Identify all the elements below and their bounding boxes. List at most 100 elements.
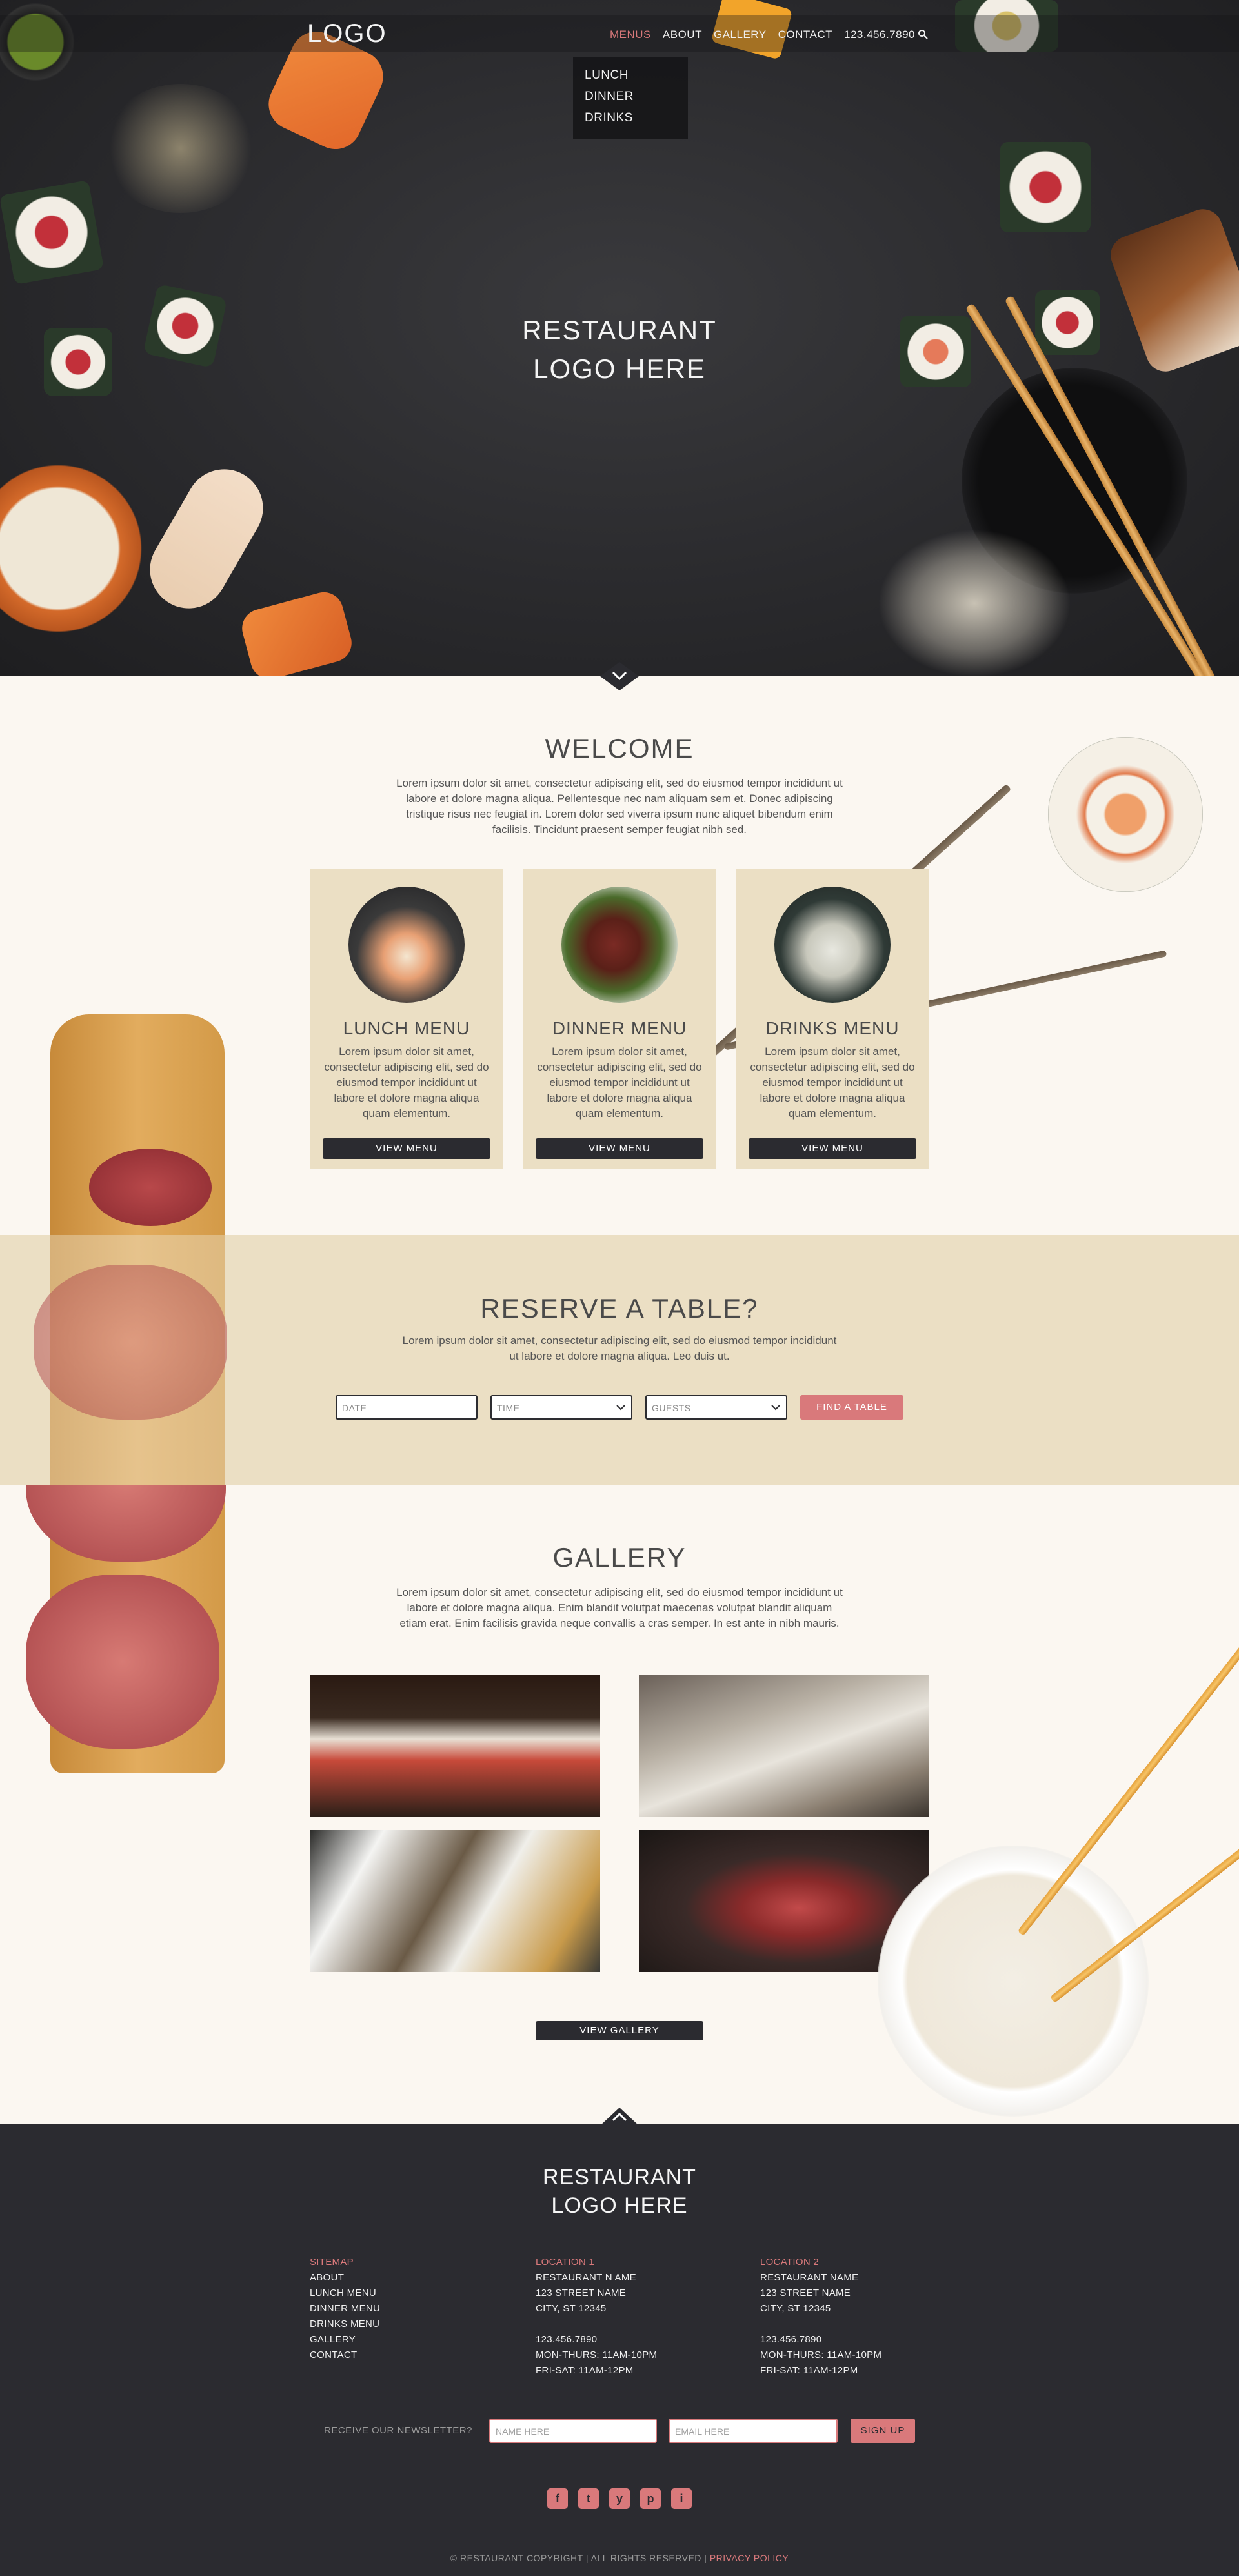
location1-phone[interactable]: 123.456.7890 [536,2332,657,2348]
location2-hours: MON-THURS: 11AM-10PM [760,2350,882,2360]
date-input[interactable]: DATE [336,1395,478,1420]
nav-contact[interactable]: CONTACT [778,28,832,41]
newsletter-name-input[interactable]: NAME HERE [489,2419,657,2443]
location2-heading: LOCATION 2 [760,2257,820,2268]
copyright-text: © RESTAURANT COPYRIGHT | ALL RIGHTS RESE… [450,2553,707,2563]
dropdown-item-lunch[interactable]: LUNCH [585,68,688,83]
sitemap-link-dinner[interactable]: DINNER MENU [310,2301,380,2317]
nav-phone[interactable]: 123.456.7890 [844,28,915,41]
sitemap-link-lunch[interactable]: LUNCH MENU [310,2286,380,2301]
chevron-down-icon [616,1405,625,1411]
hero-logo-text: RESTAURANT LOGO HERE [0,311,1239,388]
twitter-icon[interactable]: t [578,2488,599,2509]
location2-line: RESTAURANT NAME [760,2272,859,2283]
dropdown-item-drinks[interactable]: DRINKS [585,111,688,125]
scroll-down-icon[interactable] [600,662,639,690]
guests-select[interactable]: GUESTS [645,1395,787,1420]
welcome-text: Lorem ipsum dolor sit amet, consectetur … [396,777,843,836]
dropdown-item-dinner[interactable]: DINNER [585,90,688,104]
location1-line: 123 STREET NAME [536,2288,627,2299]
pinterest-icon[interactable]: p [640,2488,661,2509]
sitemap-link-about[interactable]: ABOUT [310,2270,380,2286]
rice-bowl-decoration [878,1846,1149,2117]
copyright: © RESTAURANT COPYRIGHT | ALL RIGHTS RESE… [0,2553,1239,2563]
nav-gallery[interactable]: GALLERY [714,28,767,41]
dinner-menu-card: DINNER MENU Lorem ipsum dolor sit amet, … [523,869,716,1169]
location2-line: CITY, ST 12345 [760,2303,831,2314]
food-decoration [1000,142,1091,232]
footer-logo-line1: RESTAURANT [543,2165,696,2189]
footer-location-2: LOCATION 2 RESTAURANT NAME 123 STREET NA… [760,2255,881,2379]
view-menu-button[interactable]: VIEW MENU [536,1138,703,1159]
food-decoration [878,529,1071,676]
view-menu-button[interactable]: VIEW MENU [749,1138,916,1159]
reserve-text: Lorem ipsum dolor sit amet, consectetur … [402,1334,837,1362]
time-select[interactable]: TIME [490,1395,632,1420]
nav-menus[interactable]: MENUS [610,28,651,41]
footer-sitemap: SITEMAP ABOUT LUNCH MENU DINNER MENU DRI… [310,2255,380,2363]
facebook-icon[interactable]: f [547,2488,568,2509]
view-menu-button[interactable]: VIEW MENU [323,1138,490,1159]
welcome-title: WELCOME [545,733,694,763]
sitemap-link-gallery[interactable]: GALLERY [310,2332,380,2348]
gallery-title: GALLERY [552,1542,687,1573]
youtube-icon[interactable]: y [609,2488,630,2509]
hero-title-line1: RESTAURANT [522,315,717,345]
find-table-button[interactable]: FIND A TABLE [800,1395,903,1420]
signup-button[interactable]: SIGN UP [851,2419,915,2443]
location1-hours: FRI-SAT: 11AM-12PM [536,2365,634,2376]
food-decoration [103,84,258,213]
search-icon[interactable] [918,29,928,39]
footer-logo-text: RESTAURANT LOGO HERE [0,2163,1239,2220]
privacy-policy-link[interactable]: PRIVACY POLICY [710,2553,789,2563]
location1-hours: MON-THURS: 11AM-10PM [536,2350,658,2360]
chopsticks-decoration [1017,1625,1239,1937]
gallery-image-sushi-platter[interactable] [310,1675,600,1817]
gallery-image-chefs[interactable] [310,1830,600,1972]
logo[interactable]: LOGO [307,19,387,48]
card-text: Lorem ipsum dolor sit amet, consectetur … [324,1045,489,1120]
location1-heading: LOCATION 1 [536,2257,595,2268]
guests-select-value: GUESTS [652,1403,691,1413]
drinks-menu-card: DRINKS MENU Lorem ipsum dolor sit amet, … [736,869,929,1169]
menus-dropdown: LUNCH DINNER DRINKS [573,57,688,139]
footer-logo-line2: LOGO HERE [551,2193,688,2218]
gallery-image-grill[interactable] [639,1675,929,1817]
lunch-menu-card: LUNCH MENU Lorem ipsum dolor sit amet, c… [310,869,503,1169]
location2-hours: FRI-SAT: 11AM-12PM [760,2365,858,2376]
reserve-title: RESERVE A TABLE? [480,1293,759,1323]
lunch-photo [348,887,465,1003]
time-select-value: TIME [497,1403,520,1413]
scroll-up-icon[interactable] [600,2105,639,2126]
sitemap-link-drinks[interactable]: DRINKS MENU [310,2317,380,2332]
card-text: Lorem ipsum dolor sit amet, consectetur … [750,1045,915,1120]
food-decoration [0,445,142,652]
food-decoration [0,179,105,285]
location1-line: RESTAURANT N AME [536,2272,636,2283]
newsletter-email-input[interactable]: EMAIL HERE [669,2419,838,2443]
instagram-icon[interactable]: i [671,2488,692,2509]
sitemap-link-contact[interactable]: CONTACT [310,2348,380,2363]
main-nav: MENUS ABOUT GALLERY CONTACT 123.456.7890 [610,28,927,41]
hero-section: LOGO MENUS ABOUT GALLERY CONTACT 123.456… [0,0,1239,676]
sitemap-heading: SITEMAP [310,2257,354,2268]
hero-title-line2: LOGO HERE [533,354,706,384]
dinner-photo [561,887,678,1003]
location2-phone[interactable]: 123.456.7890 [760,2332,881,2348]
gallery-text: Lorem ipsum dolor sit amet, consectetur … [396,1586,843,1629]
newsletter-label: RECEIVE OUR NEWSLETTER? [324,2425,472,2436]
location1-line: CITY, ST 12345 [536,2303,607,2314]
card-text: Lorem ipsum dolor sit amet, consectetur … [537,1045,702,1120]
food-decoration [237,588,356,676]
drinks-photo [774,887,891,1003]
card-title: LUNCH MENU [343,1018,470,1038]
steak-decoration [89,1149,212,1226]
location2-line: 123 STREET NAME [760,2288,851,2299]
steak-decoration [34,1265,227,1420]
nav-about[interactable]: ABOUT [663,28,702,41]
card-title: DRINKS MENU [765,1018,900,1038]
chevron-down-icon [771,1405,780,1411]
view-gallery-button[interactable]: VIEW GALLERY [536,2021,703,2040]
